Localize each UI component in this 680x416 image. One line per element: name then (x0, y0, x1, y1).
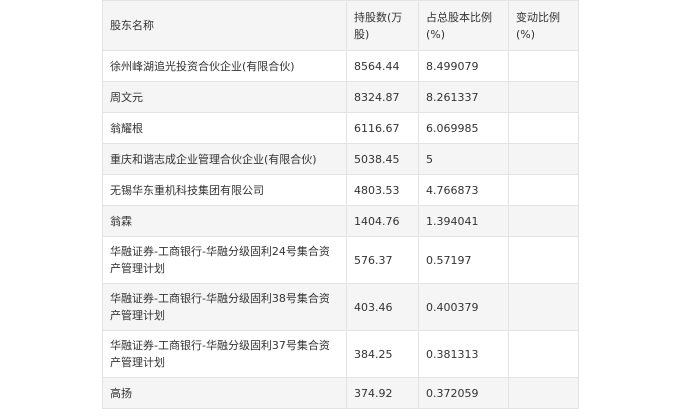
cell-shareholder-name: 周文元 (102, 81, 347, 113)
cell-shares: 8564.44 (346, 50, 419, 82)
cell-change (508, 174, 579, 206)
cell-shareholder-name: 无锡华东重机科技集团有限公司 (102, 174, 347, 206)
header-ratio: 占总股本比例(%) (418, 0, 509, 51)
cell-shareholder-name: 华融证券-工商银行-华融分级固利24号集合资产管理计划 (102, 236, 347, 284)
table-header: 股东名称 持股数(万股) 占总股本比例(%) 变动比例(%) (102, 0, 579, 51)
table-row: 周文元 8324.87 8.261337 (102, 81, 579, 113)
cell-shares: 1404.76 (346, 205, 419, 237)
cell-shares: 384.25 (346, 330, 419, 378)
cell-ratio: 8.499079 (418, 50, 509, 82)
cell-change (508, 81, 579, 113)
cell-ratio: 0.400379 (418, 283, 509, 331)
cell-change (508, 377, 579, 409)
table-row: 翁耀根 6116.67 6.069985 (102, 112, 579, 144)
header-shares: 持股数(万股) (346, 0, 419, 51)
table-row: 华融证券-工商银行-华融分级固利24号集合资产管理计划 576.37 0.571… (102, 236, 579, 284)
cell-shareholder-name: 华融证券-工商银行-华融分级固利37号集合资产管理计划 (102, 330, 347, 378)
cell-change (508, 143, 579, 175)
cell-shares: 5038.45 (346, 143, 419, 175)
cell-shares: 8324.87 (346, 81, 419, 113)
cell-shareholder-name: 高扬 (102, 377, 347, 409)
cell-ratio: 6.069985 (418, 112, 509, 144)
cell-change (508, 283, 579, 331)
cell-change (508, 330, 579, 378)
cell-shareholder-name: 翁耀根 (102, 112, 347, 144)
cell-ratio: 0.381313 (418, 330, 509, 378)
cell-shares: 576.37 (346, 236, 419, 284)
cell-change (508, 236, 579, 284)
cell-ratio: 0.57197 (418, 236, 509, 284)
cell-shares: 374.92 (346, 377, 419, 409)
table-row: 重庆和谐志成企业管理合伙企业(有限合伙) 5038.45 5 (102, 143, 579, 175)
table-row: 无锡华东重机科技集团有限公司 4803.53 4.766873 (102, 174, 579, 206)
cell-shares: 4803.53 (346, 174, 419, 206)
cell-shares: 6116.67 (346, 112, 419, 144)
table-row: 翁霖 1404.76 1.394041 (102, 205, 579, 237)
cell-change (508, 112, 579, 144)
header-shareholder-name: 股东名称 (102, 0, 347, 51)
cell-ratio: 0.372059 (418, 377, 509, 409)
cell-shareholder-name: 翁霖 (102, 205, 347, 237)
table-row: 华融证券-工商银行-华融分级固利37号集合资产管理计划 384.25 0.381… (102, 330, 579, 378)
table-body: 徐州峰湖追光投资合伙企业(有限合伙) 8564.44 8.499079 周文元 … (102, 50, 579, 409)
cell-ratio: 1.394041 (418, 205, 509, 237)
cell-ratio: 8.261337 (418, 81, 509, 113)
cell-change (508, 50, 579, 82)
cell-shareholder-name: 重庆和谐志成企业管理合伙企业(有限合伙) (102, 143, 347, 175)
cell-ratio: 5 (418, 143, 509, 175)
cell-ratio: 4.766873 (418, 174, 509, 206)
cell-shareholder-name: 徐州峰湖追光投资合伙企业(有限合伙) (102, 50, 347, 82)
shareholder-table: 股东名称 持股数(万股) 占总股本比例(%) 变动比例(%) 徐州峰湖追光投资合… (102, 0, 579, 409)
cell-shareholder-name: 华融证券-工商银行-华融分级固利38号集合资产管理计划 (102, 283, 347, 331)
header-change: 变动比例(%) (508, 0, 579, 51)
shareholder-table-container: 股东名称 持股数(万股) 占总股本比例(%) 变动比例(%) 徐州峰湖追光投资合… (102, 0, 579, 409)
cell-change (508, 205, 579, 237)
table-row: 徐州峰湖追光投资合伙企业(有限合伙) 8564.44 8.499079 (102, 50, 579, 82)
table-row: 华融证券-工商银行-华融分级固利38号集合资产管理计划 403.46 0.400… (102, 283, 579, 331)
header-row: 股东名称 持股数(万股) 占总股本比例(%) 变动比例(%) (102, 0, 579, 51)
table-row: 高扬 374.92 0.372059 (102, 377, 579, 409)
cell-shares: 403.46 (346, 283, 419, 331)
